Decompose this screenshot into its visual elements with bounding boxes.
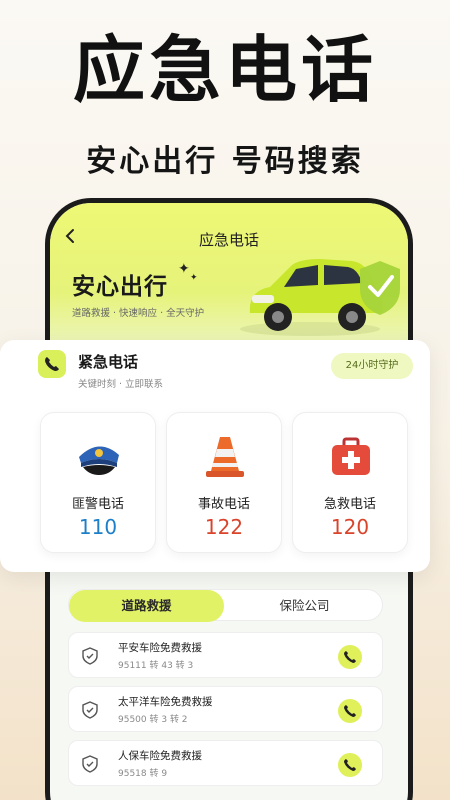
emergency-subtitle: 关键时刻 · 立即联系 — [78, 379, 164, 390]
rescue-name: 平安车险免费救援 — [118, 642, 202, 654]
emergency-title: 紧急电话 — [78, 353, 139, 371]
availability-badge: 24小时守护 — [331, 353, 413, 379]
police-card[interactable]: 匪警电话 110 — [40, 412, 156, 553]
call-button[interactable] — [338, 699, 362, 723]
call-button[interactable] — [338, 753, 362, 777]
sparkle-icon: ✦ — [178, 261, 190, 277]
phone-icon — [38, 350, 66, 378]
sparkle-icon: ✦ — [190, 273, 198, 283]
card-number: 120 — [330, 515, 370, 539]
rescue-name: 人保车险免费救援 — [118, 750, 202, 762]
tab-insurance[interactable]: 保险公司 — [227, 590, 382, 622]
rescue-phone: 95111 转 43 转 3 — [118, 661, 194, 671]
list-item[interactable]: 平安车险免费救援 95111 转 43 转 3 — [68, 632, 383, 678]
phone-icon — [344, 651, 356, 663]
phone-icon — [344, 759, 356, 771]
rescue-phone: 95518 转 9 — [118, 769, 168, 779]
banner-title: 安心出行 — [72, 274, 168, 300]
card-number: 110 — [78, 515, 118, 539]
shield-check-icon — [82, 755, 98, 773]
traffic-cone-icon — [206, 437, 244, 477]
shield-check-icon — [82, 701, 98, 719]
rescue-phone: 95500 转 3 转 2 — [118, 715, 188, 725]
banner-subtitle: 道路救援 · 快速响应 · 全天守护 — [72, 308, 205, 319]
tab-bar: 道路救援 保险公司 — [68, 589, 383, 622]
hero-title: 应急电话 — [72, 28, 377, 112]
call-button[interactable] — [338, 645, 362, 669]
car-shield-illustration — [240, 259, 400, 336]
card-label: 事故电话 — [197, 497, 250, 512]
accident-card[interactable]: 事故电话 122 — [166, 412, 282, 553]
list-item[interactable]: 人保车险免费救援 95518 转 9 — [68, 740, 383, 786]
card-label: 匪警电话 — [71, 497, 124, 512]
card-label: 急救电话 — [323, 497, 376, 512]
card-number: 122 — [204, 515, 244, 539]
ambulance-card[interactable]: 急救电话 120 — [292, 412, 408, 553]
first-aid-kit-icon — [332, 437, 370, 475]
police-cap-icon — [79, 446, 119, 475]
tab-road-rescue[interactable]: 道路救援 — [69, 590, 224, 622]
list-item[interactable]: 太平洋车险免费救援 95500 转 3 转 2 — [68, 686, 383, 732]
phone-icon — [344, 705, 356, 717]
rescue-name: 太平洋车险免费救援 — [118, 696, 213, 708]
hero-subtitle: 安心出行 号码搜索 — [86, 144, 364, 179]
app-header: 应急电话 安心出行 ✦ ✦ 道路救援 · 快速响应 · 全天守护 — [50, 203, 408, 353]
shield-check-icon — [82, 647, 98, 665]
